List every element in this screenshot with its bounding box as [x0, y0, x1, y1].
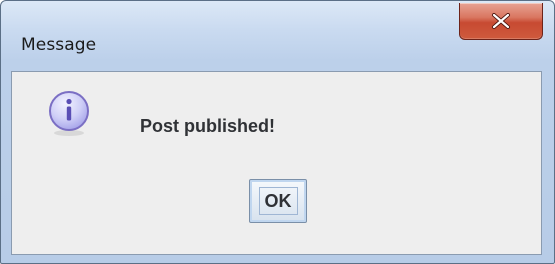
ok-button[interactable]: OK [249, 179, 307, 223]
message-text: Post published! [140, 116, 275, 136]
ok-button-label: OK [258, 187, 298, 215]
info-icon [49, 91, 89, 136]
close-button[interactable] [459, 3, 543, 40]
dialog-body: Post published! OK [11, 71, 542, 255]
window-title: Message [21, 35, 97, 55]
close-icon [492, 13, 510, 29]
message-dialog: Message Post published! OK [0, 0, 555, 264]
